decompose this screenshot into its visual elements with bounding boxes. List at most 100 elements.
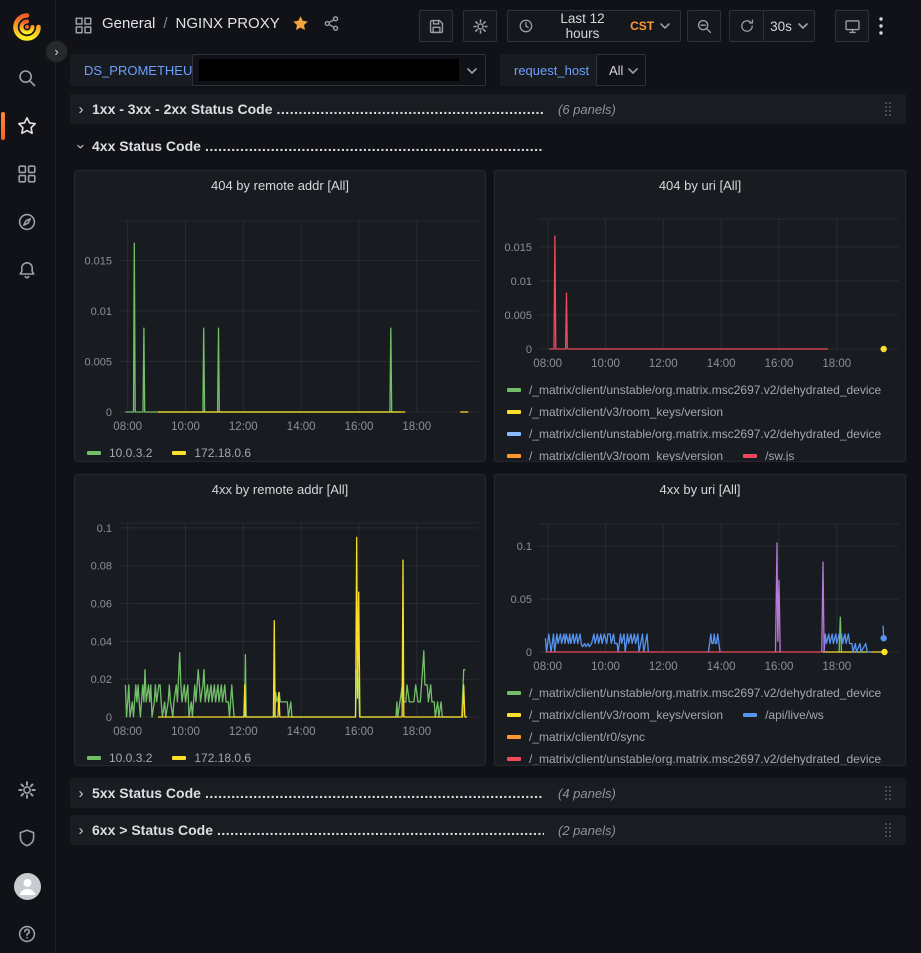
breadcrumb-dashboard-title[interactable]: NGINX PROXY: [176, 15, 280, 32]
cycle-view-mode-button[interactable]: [835, 10, 869, 42]
share-dashboard-button[interactable]: [323, 15, 340, 32]
legend-item[interactable]: 10.0.3.2: [87, 751, 152, 765]
dashboards-button[interactable]: [7, 154, 47, 194]
variable-label-request-host[interactable]: request_host: [500, 54, 603, 86]
legend-item[interactable]: /_matrix/client/r0/sync: [507, 730, 645, 744]
svg-text:0.02: 0.02: [91, 674, 112, 686]
legend-item[interactable]: 172.18.0.6: [172, 446, 251, 460]
row-4xx[interactable]: › 4xx Status Code.......................…: [70, 131, 906, 161]
user-profile-button[interactable]: [7, 866, 47, 906]
sidebar-expand-button[interactable]: ›: [45, 40, 68, 63]
legend-item[interactable]: /_matrix/client/v3/room_keys/version: [507, 405, 723, 419]
alerting-button[interactable]: [7, 250, 47, 290]
legend-color-chip: [507, 454, 521, 458]
legend-item[interactable]: /_matrix/client/unstable/org.matrix.msc2…: [507, 752, 881, 765]
legend-color-chip: [87, 451, 101, 455]
row-panel-count: (6 panels): [558, 102, 616, 117]
panel: 404 by remote addr [All]00.0050.010.0150…: [74, 170, 486, 462]
panel: 4xx by remote addr [All]00.020.040.060.0…: [74, 474, 486, 766]
row-6xx[interactable]: › 6xx > Status Code.....................…: [70, 815, 906, 845]
search-icon: [17, 68, 37, 88]
more-options-button[interactable]: [879, 10, 905, 42]
legend-item[interactable]: /_matrix/client/v3/room_keys/version: [507, 449, 723, 461]
legend-color-chip: [507, 735, 521, 739]
monitor-icon: [844, 18, 861, 35]
dashboard-breadcrumb-icon-button[interactable]: [74, 16, 93, 35]
svg-text:0.015: 0.015: [84, 255, 112, 267]
save-icon: [428, 18, 445, 35]
row-drag-handle[interactable]: [884, 785, 896, 801]
row-1xx-3xx-2xx[interactable]: › 1xx - 3xx - 2xx Status Code...........…: [70, 94, 906, 124]
search-button[interactable]: [7, 58, 47, 98]
legend-label: 172.18.0.6: [194, 751, 251, 765]
legend-item[interactable]: 10.0.3.2: [87, 446, 152, 460]
row-chevron-icon: ›: [70, 101, 92, 118]
chevron-down-icon: [660, 23, 670, 29]
gear-icon: [17, 780, 37, 800]
sidebar: [0, 0, 56, 953]
explore-button[interactable]: [7, 202, 47, 242]
dashboard-settings-button[interactable]: [463, 10, 497, 42]
svg-text:0: 0: [526, 344, 532, 356]
svg-text:16:00: 16:00: [765, 661, 794, 673]
svg-text:0.06: 0.06: [91, 599, 112, 611]
refresh-interval-picker[interactable]: 30s: [764, 11, 814, 41]
legend-color-chip: [87, 756, 101, 760]
legend-item[interactable]: /api/live/ws: [743, 708, 824, 722]
legend-color-chip: [507, 713, 521, 717]
svg-text:0.005: 0.005: [84, 357, 112, 369]
breadcrumb: General / NGINX PROXY: [102, 15, 340, 32]
legend-label: 172.18.0.6: [194, 446, 251, 460]
svg-text:08:00: 08:00: [533, 358, 562, 370]
svg-text:0.08: 0.08: [91, 561, 112, 573]
legend-item[interactable]: /sw.js: [743, 449, 794, 461]
legend-item[interactable]: 172.18.0.6: [172, 751, 251, 765]
row-5xx[interactable]: › 5xx Status Code.......................…: [70, 778, 906, 808]
legend-label: /_matrix/client/v3/room_keys/version: [529, 708, 723, 722]
apps-grid-icon: [74, 16, 93, 35]
legend-item[interactable]: /_matrix/client/unstable/org.matrix.msc2…: [507, 427, 881, 441]
time-range-label: Last 12 hours: [542, 11, 623, 41]
help-button[interactable]: [7, 914, 47, 953]
refresh-dashboard-button[interactable]: [730, 11, 763, 41]
svg-text:16:00: 16:00: [345, 726, 374, 738]
row-chevron-icon: ›: [73, 135, 90, 157]
active-nav-indicator: [1, 112, 5, 140]
favorite-star-button[interactable]: [292, 15, 309, 32]
grafana-logo[interactable]: [7, 7, 47, 47]
legend-color-chip: [507, 432, 521, 436]
zoom-out-time-button[interactable]: [687, 10, 721, 42]
chevron-down-icon: [798, 23, 808, 29]
share-icon: [323, 15, 340, 32]
legend-label: /sw.js: [765, 449, 794, 461]
legend-item[interactable]: /_matrix/client/unstable/org.matrix.msc2…: [507, 686, 881, 700]
legend: 10.0.3.2 172.18.0.6: [87, 747, 481, 765]
starred-dashboards-button[interactable]: [7, 106, 47, 146]
save-dashboard-button[interactable]: [419, 10, 453, 42]
chevron-down-icon: [467, 68, 477, 74]
legend-label: /_matrix/client/unstable/org.matrix.msc2…: [529, 686, 881, 700]
legend-color-chip: [507, 410, 521, 414]
chart-canvas: 00.020.040.060.080.108:0010:0012:0014:00…: [75, 475, 486, 766]
kebab-menu-icon: [879, 17, 883, 35]
svg-text:08:00: 08:00: [113, 726, 142, 738]
legend-item[interactable]: /_matrix/client/v3/room_keys/version: [507, 708, 723, 722]
clock-icon: [518, 18, 534, 34]
legend-item[interactable]: /_matrix/client/unstable/org.matrix.msc2…: [507, 383, 881, 397]
grafana-logo-icon: [11, 11, 43, 43]
server-admin-button[interactable]: [7, 818, 47, 858]
svg-text:0.015: 0.015: [504, 242, 532, 254]
row-chevron-icon: ›: [70, 822, 92, 839]
time-range-picker[interactable]: Last 12 hours CST: [507, 10, 681, 42]
shield-icon: [17, 828, 37, 848]
grafana-app: › General / NGINX PROXY: [0, 0, 921, 953]
breadcrumb-folder[interactable]: General: [102, 15, 155, 32]
row-drag-handle[interactable]: [884, 101, 896, 117]
row-title: 1xx - 3xx - 2xx Status Code: [92, 101, 273, 117]
configuration-button[interactable]: [7, 770, 47, 810]
variable-value-request-host[interactable]: All: [596, 54, 646, 86]
variable-value-datasource[interactable]: [192, 54, 486, 86]
row-drag-handle[interactable]: [884, 822, 896, 838]
avatar: [14, 873, 41, 900]
legend-label: /_matrix/client/v3/room_keys/version: [529, 405, 723, 419]
